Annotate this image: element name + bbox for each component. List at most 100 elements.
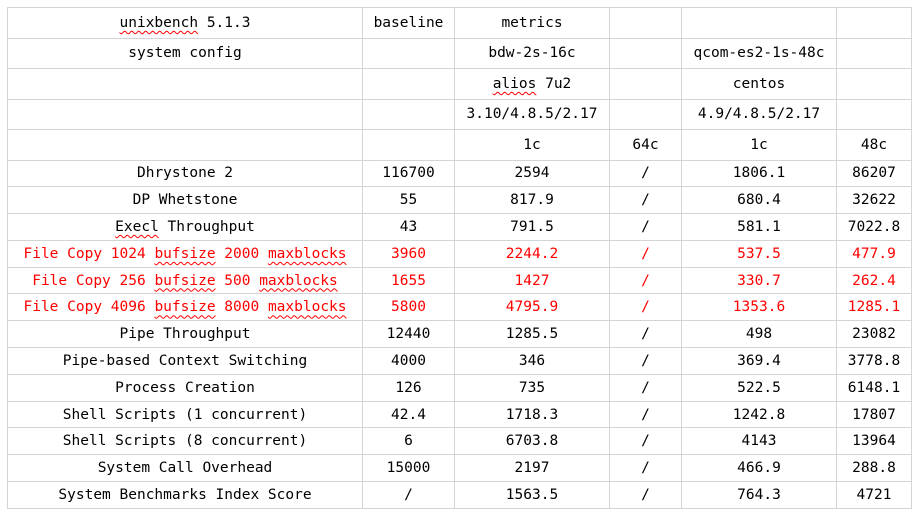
cell-qcom-1c[interactable]: 680.4 bbox=[681, 186, 837, 215]
cell-qcom-48c[interactable]: 13964 bbox=[836, 427, 912, 456]
cell-empty[interactable] bbox=[609, 68, 682, 100]
cell-baseline[interactable]: 42.4 bbox=[362, 400, 455, 429]
cell-qcom-1c[interactable]: 581.1 bbox=[681, 213, 837, 241]
cell-kernel-b[interactable]: 4.9/4.8.5/2.17 bbox=[681, 98, 837, 130]
cell-bdw-1c[interactable]: 4795.9 bbox=[454, 293, 610, 322]
cell-bdw-1c[interactable]: 791.5 bbox=[454, 213, 610, 241]
cell-empty[interactable] bbox=[836, 98, 912, 130]
cell-bdw-1c[interactable]: 2594 bbox=[454, 159, 610, 188]
cell-baseline[interactable]: 15000 bbox=[362, 454, 455, 483]
cell-baseline[interactable]: 55 bbox=[362, 186, 455, 215]
cell-bdw-64c[interactable]: / bbox=[609, 293, 682, 322]
cell-empty[interactable] bbox=[362, 68, 455, 100]
cell-bdw-1c[interactable]: 735 bbox=[454, 373, 610, 402]
cell-baseline-header[interactable]: baseline bbox=[362, 7, 455, 39]
cell-qcom-48c[interactable]: 17807 bbox=[836, 400, 912, 429]
cell-bdw-64c[interactable]: / bbox=[609, 213, 682, 241]
cell-bdw-64c[interactable]: / bbox=[609, 186, 682, 215]
cell-qcom-1c[interactable]: 466.9 bbox=[681, 454, 837, 483]
cell-empty[interactable] bbox=[7, 129, 363, 161]
cell-test-name[interactable]: Execl Throughput bbox=[7, 213, 363, 241]
cell-qcom-48c[interactable]: 288.8 bbox=[836, 454, 912, 483]
cell-qcom-1c[interactable]: 522.5 bbox=[681, 373, 837, 402]
cell-test-name[interactable]: Pipe Throughput bbox=[7, 320, 363, 349]
cell-qcom-1c[interactable]: 1242.8 bbox=[681, 400, 837, 429]
cell-os-a[interactable]: alios 7u2 bbox=[454, 68, 610, 100]
cell-bdw-1c[interactable]: 6703.8 bbox=[454, 427, 610, 456]
cell-empty[interactable] bbox=[7, 98, 363, 130]
cell-bdw-64c[interactable]: / bbox=[609, 454, 682, 483]
cell-test-name[interactable]: File Copy 4096 bufsize 8000 maxblocks bbox=[7, 293, 363, 322]
cell-qcom-1c[interactable]: 1806.1 bbox=[681, 159, 837, 188]
cell-bdw-1c[interactable]: 2197 bbox=[454, 454, 610, 483]
cell-qcom-48c[interactable]: 23082 bbox=[836, 320, 912, 349]
cell-qcom-48c[interactable]: 86207 bbox=[836, 159, 912, 188]
cell-qcom-48c[interactable]: 3778.8 bbox=[836, 347, 912, 375]
cell-baseline[interactable]: 4000 bbox=[362, 347, 455, 375]
cell-test-name[interactable]: Shell Scripts (8 concurrent) bbox=[7, 427, 363, 456]
cell-baseline[interactable]: 5800 bbox=[362, 293, 455, 322]
cell-qcom-1c[interactable]: 498 bbox=[681, 320, 837, 349]
cell-kernel-a[interactable]: 3.10/4.8.5/2.17 bbox=[454, 98, 610, 130]
cell-test-name[interactable]: System Call Overhead bbox=[7, 454, 363, 483]
cell-empty[interactable] bbox=[609, 98, 682, 130]
cell-empty[interactable] bbox=[609, 37, 682, 69]
cell-cores-a-64c[interactable]: 64c bbox=[609, 129, 682, 161]
cell-machine-a[interactable]: bdw-2s-16c bbox=[454, 37, 610, 69]
cell-qcom-48c[interactable]: 1285.1 bbox=[836, 293, 912, 322]
cell-bdw-64c[interactable]: / bbox=[609, 347, 682, 375]
cell-baseline[interactable]: 116700 bbox=[362, 159, 455, 188]
cell-empty[interactable] bbox=[836, 68, 912, 100]
cell-bdw-64c[interactable]: / bbox=[609, 373, 682, 402]
cell-bdw-1c[interactable]: 346 bbox=[454, 347, 610, 375]
cell-qcom-48c[interactable]: 7022.8 bbox=[836, 213, 912, 241]
cell-qcom-1c[interactable]: 369.4 bbox=[681, 347, 837, 375]
cell-test-name[interactable]: File Copy 256 bufsize 500 maxblocks bbox=[7, 266, 363, 295]
cell-bdw-1c[interactable]: 817.9 bbox=[454, 186, 610, 215]
cell-qcom-48c[interactable]: 4721 bbox=[836, 481, 912, 509]
cell-bdw-64c[interactable]: / bbox=[609, 320, 682, 349]
cell-test-name[interactable]: DP Whetstone bbox=[7, 186, 363, 215]
cell-cores-b-48c[interactable]: 48c bbox=[836, 129, 912, 161]
cell-qcom-1c[interactable]: 1353.6 bbox=[681, 293, 837, 322]
cell-empty[interactable] bbox=[362, 129, 455, 161]
cell-empty[interactable] bbox=[836, 37, 912, 69]
cell-system-config[interactable]: system config bbox=[7, 37, 363, 69]
cell-bdw-64c[interactable]: / bbox=[609, 159, 682, 188]
cell-qcom-48c[interactable]: 477.9 bbox=[836, 239, 912, 268]
cell-qcom-1c[interactable]: 537.5 bbox=[681, 239, 837, 268]
cell-bdw-64c[interactable]: / bbox=[609, 400, 682, 429]
cell-baseline[interactable]: 6 bbox=[362, 427, 455, 456]
cell-bdw-1c[interactable]: 1285.5 bbox=[454, 320, 610, 349]
cell-os-b[interactable]: centos bbox=[681, 68, 837, 100]
cell-test-name[interactable]: Pipe-based Context Switching bbox=[7, 347, 363, 375]
cell-empty[interactable] bbox=[362, 37, 455, 69]
cell-qcom-48c[interactable]: 32622 bbox=[836, 186, 912, 215]
cell-test-name[interactable]: Shell Scripts (1 concurrent) bbox=[7, 400, 363, 429]
cell-test-name[interactable]: System Benchmarks Index Score bbox=[7, 481, 363, 509]
cell-baseline[interactable]: / bbox=[362, 481, 455, 509]
cell-qcom-48c[interactable]: 262.4 bbox=[836, 266, 912, 295]
cell-metrics-header[interactable]: metrics bbox=[454, 7, 610, 39]
cell-baseline[interactable]: 126 bbox=[362, 373, 455, 402]
cell-baseline[interactable]: 3960 bbox=[362, 239, 455, 268]
cell-test-name[interactable]: Dhrystone 2 bbox=[7, 159, 363, 188]
cell-test-name[interactable]: Process Creation bbox=[7, 373, 363, 402]
cell-baseline[interactable]: 43 bbox=[362, 213, 455, 241]
cell-test-name[interactable]: File Copy 1024 bufsize 2000 maxblocks bbox=[7, 239, 363, 268]
cell-empty[interactable] bbox=[362, 98, 455, 130]
cell-bdw-1c[interactable]: 1563.5 bbox=[454, 481, 610, 509]
cell-qcom-1c[interactable]: 764.3 bbox=[681, 481, 837, 509]
cell-empty[interactable] bbox=[836, 7, 912, 39]
cell-bdw-1c[interactable]: 1718.3 bbox=[454, 400, 610, 429]
cell-bdw-1c[interactable]: 2244.2 bbox=[454, 239, 610, 268]
cell-qcom-1c[interactable]: 330.7 bbox=[681, 266, 837, 295]
cell-bdw-64c[interactable]: / bbox=[609, 481, 682, 509]
cell-cores-a-1c[interactable]: 1c bbox=[454, 129, 610, 161]
cell-baseline[interactable]: 12440 bbox=[362, 320, 455, 349]
cell-machine-b[interactable]: qcom-es2-1s-48c bbox=[681, 37, 837, 69]
cell-bdw-64c[interactable]: / bbox=[609, 427, 682, 456]
cell-bdw-64c[interactable]: / bbox=[609, 266, 682, 295]
cell-qcom-48c[interactable]: 6148.1 bbox=[836, 373, 912, 402]
cell-qcom-1c[interactable]: 4143 bbox=[681, 427, 837, 456]
